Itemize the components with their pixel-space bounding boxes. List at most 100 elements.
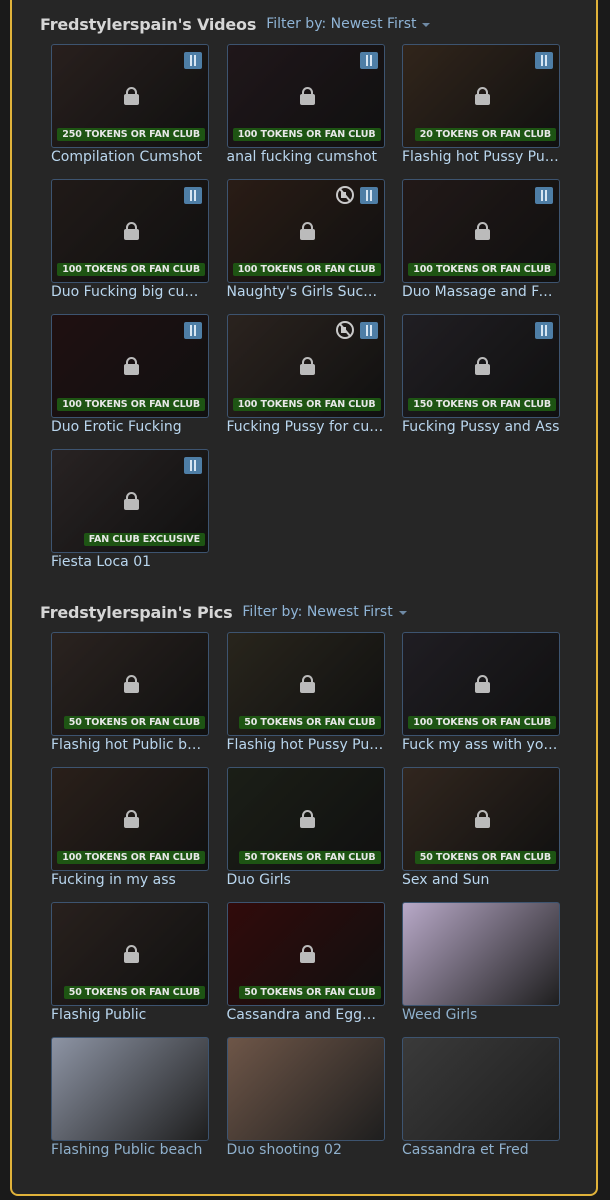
- video-thumbnail[interactable]: 100 TOKENS OR FAN CLUB: [402, 179, 560, 283]
- pic-card[interactable]: 50 TOKENS OR FAN CLUB Sex and Sun: [402, 767, 560, 888]
- video-thumbnail[interactable]: 150 TOKENS OR FAN CLUB: [402, 314, 560, 418]
- price-badge: 250 TOKENS OR FAN CLUB: [57, 128, 205, 141]
- video-icon: [184, 187, 202, 204]
- pic-card[interactable]: 50 TOKENS OR FAN CLUB Duo Girls: [226, 767, 385, 888]
- pic-thumbnail[interactable]: 50 TOKENS OR FAN CLUB: [226, 632, 385, 736]
- pic-title-link[interactable]: Flashing Public beach: [51, 1141, 209, 1159]
- price-badge: 50 TOKENS OR FAN CLUB: [63, 986, 205, 999]
- video-title-link[interactable]: Fucking Pussy and Ass: [402, 418, 560, 436]
- video-thumbnail[interactable]: FAN CLUB EXCLUSIVE: [51, 449, 209, 553]
- video-icon: [535, 322, 553, 339]
- lock-icon: [475, 357, 490, 375]
- pic-title-link[interactable]: Flashig Public: [51, 1006, 209, 1024]
- video-thumbnail[interactable]: 100 TOKENS OR FAN CLUB: [226, 179, 385, 283]
- pic-card[interactable]: 50 TOKENS OR FAN CLUB Cassandra and Eggpl…: [226, 902, 385, 1023]
- video-card[interactable]: 100 TOKENS OR FAN CLUB Duo Massage and Fu…: [402, 179, 560, 300]
- video-title-link[interactable]: Flashig hot Pussy Public: [402, 148, 560, 166]
- price-badge: 100 TOKENS OR FAN CLUB: [232, 398, 381, 411]
- pic-thumbnail[interactable]: [51, 1037, 209, 1141]
- lock-icon: [299, 357, 315, 375]
- pic-title-link[interactable]: Weed Girls: [402, 1006, 560, 1024]
- videos-filter-dropdown[interactable]: Filter by: Newest First: [266, 16, 431, 32]
- pic-thumbnail[interactable]: 50 TOKENS OR FAN CLUB: [51, 632, 209, 736]
- price-badge: 50 TOKENS OR FAN CLUB: [63, 716, 205, 729]
- pic-card[interactable]: Duo shooting 02: [226, 1037, 385, 1158]
- lock-icon: [475, 87, 490, 105]
- lock-icon: [475, 222, 490, 240]
- videos-title: Fredstylerspain's Videos: [40, 14, 257, 34]
- video-thumbnail[interactable]: 100 TOKENS OR FAN CLUB: [51, 314, 209, 418]
- pic-thumbnail[interactable]: [402, 902, 560, 1006]
- pics-title: Fredstylerspain's Pics: [40, 602, 233, 622]
- video-thumbnail[interactable]: 20 TOKENS OR FAN CLUB: [402, 44, 560, 148]
- pic-card[interactable]: Weed Girls: [402, 902, 560, 1023]
- video-title-link[interactable]: Duo Fucking big cumshot: [51, 283, 209, 301]
- pic-title-link[interactable]: Fucking in my ass: [51, 871, 209, 889]
- price-badge: 100 TOKENS OR FAN CLUB: [57, 263, 205, 276]
- pic-card[interactable]: 50 TOKENS OR FAN CLUB Flashig Public: [51, 902, 209, 1023]
- price-badge: 100 TOKENS OR FAN CLUB: [232, 128, 381, 141]
- video-card[interactable]: 250 TOKENS OR FAN CLUB Compilation Cumsho…: [51, 44, 209, 165]
- pic-title-link[interactable]: Flashig hot Public beach: [51, 736, 209, 754]
- video-thumbnail[interactable]: 250 TOKENS OR FAN CLUB: [51, 44, 209, 148]
- price-badge: 100 TOKENS OR FAN CLUB: [232, 263, 381, 276]
- lock-icon: [124, 945, 139, 963]
- video-title-link[interactable]: Fiesta Loca 01: [51, 553, 209, 571]
- pic-title-link[interactable]: Duo Girls: [227, 871, 385, 889]
- pic-title-link[interactable]: Fuck my ass with your cock: [402, 736, 560, 754]
- pic-title-link[interactable]: Cassandra and Eggplant: [227, 1006, 385, 1024]
- video-card[interactable]: 20 TOKENS OR FAN CLUB Flashig hot Pussy P…: [402, 44, 560, 165]
- video-card[interactable]: 100 TOKENS OR FAN CLUB Fucking Pussy for …: [226, 314, 385, 435]
- lock-icon: [299, 675, 315, 693]
- video-title-link[interactable]: Duo Erotic Fucking: [51, 418, 209, 436]
- lock-icon: [299, 87, 315, 105]
- pic-card[interactable]: 50 TOKENS OR FAN CLUB Flashig hot Public …: [51, 632, 209, 753]
- pic-card[interactable]: Cassandra et Fred: [402, 1037, 560, 1158]
- pic-title-link[interactable]: Flashig hot Pussy Public: [227, 736, 385, 754]
- video-card[interactable]: 100 TOKENS OR FAN CLUB Duo Fucking big cu…: [51, 179, 209, 300]
- lock-icon: [299, 222, 315, 240]
- video-card[interactable]: 100 TOKENS OR FAN CLUB anal fucking cumsh…: [226, 44, 385, 165]
- video-icon: [184, 322, 202, 339]
- pic-card[interactable]: 100 TOKENS OR FAN CLUB Fucking in my ass: [51, 767, 209, 888]
- pic-thumbnail[interactable]: [226, 1037, 385, 1141]
- video-thumbnail[interactable]: 100 TOKENS OR FAN CLUB: [51, 179, 209, 283]
- video-thumbnail[interactable]: 100 TOKENS OR FAN CLUB: [226, 44, 385, 148]
- pic-thumbnail[interactable]: 100 TOKENS OR FAN CLUB: [402, 632, 560, 736]
- pic-thumbnail[interactable]: 100 TOKENS OR FAN CLUB: [51, 767, 209, 871]
- pic-thumbnail[interactable]: 50 TOKENS OR FAN CLUB: [51, 902, 209, 1006]
- pic-card[interactable]: Flashing Public beach: [51, 1037, 209, 1158]
- pics-filter-dropdown[interactable]: Filter by: Newest First: [242, 604, 407, 620]
- pic-title-link[interactable]: Duo shooting 02: [227, 1141, 385, 1159]
- video-card[interactable]: 150 TOKENS OR FAN CLUB Fucking Pussy and …: [402, 314, 560, 435]
- lock-icon: [124, 810, 139, 828]
- video-card[interactable]: 100 TOKENS OR FAN CLUB Duo Erotic Fucking: [51, 314, 209, 435]
- pic-thumbnail[interactable]: 50 TOKENS OR FAN CLUB: [226, 902, 385, 1006]
- videos-filter-label: Filter by: Newest First: [266, 16, 417, 32]
- video-thumbnail[interactable]: 100 TOKENS OR FAN CLUB: [226, 314, 385, 418]
- pic-title-link[interactable]: Cassandra et Fred: [402, 1141, 560, 1159]
- video-icon: [359, 187, 378, 204]
- pic-title-link[interactable]: Sex and Sun: [402, 871, 560, 889]
- price-badge: 50 TOKENS OR FAN CLUB: [239, 716, 381, 729]
- pic-thumbnail[interactable]: [402, 1037, 560, 1141]
- chevron-down-icon: [398, 611, 407, 615]
- pic-card[interactable]: 100 TOKENS OR FAN CLUB Fuck my ass with y…: [402, 632, 560, 753]
- pics-section: Fredstylerspain's Pics Filter by: Newest…: [40, 600, 560, 1158]
- video-title-link[interactable]: Fucking Pussy for cumshot: [227, 418, 385, 436]
- lock-icon: [124, 492, 139, 510]
- video-card[interactable]: FAN CLUB EXCLUSIVE Fiesta Loca 01: [51, 449, 209, 570]
- pic-card[interactable]: 50 TOKENS OR FAN CLUB Flashig hot Pussy P…: [226, 632, 385, 753]
- lock-icon: [124, 357, 139, 375]
- video-title-link[interactable]: Compilation Cumshot: [51, 148, 209, 166]
- lock-icon: [124, 675, 139, 693]
- video-icon: [359, 322, 378, 339]
- pic-thumbnail[interactable]: 50 TOKENS OR FAN CLUB: [226, 767, 385, 871]
- video-title-link[interactable]: Duo Massage and Fucking: [402, 283, 560, 301]
- video-title-link[interactable]: Naughty's Girls Sucking: [227, 283, 385, 301]
- video-card[interactable]: 100 TOKENS OR FAN CLUB Naughty's Girls Su…: [226, 179, 385, 300]
- pic-thumbnail[interactable]: 50 TOKENS OR FAN CLUB: [402, 767, 560, 871]
- lock-icon: [124, 87, 139, 105]
- lock-icon: [299, 945, 315, 963]
- video-title-link[interactable]: anal fucking cumshot: [227, 148, 385, 166]
